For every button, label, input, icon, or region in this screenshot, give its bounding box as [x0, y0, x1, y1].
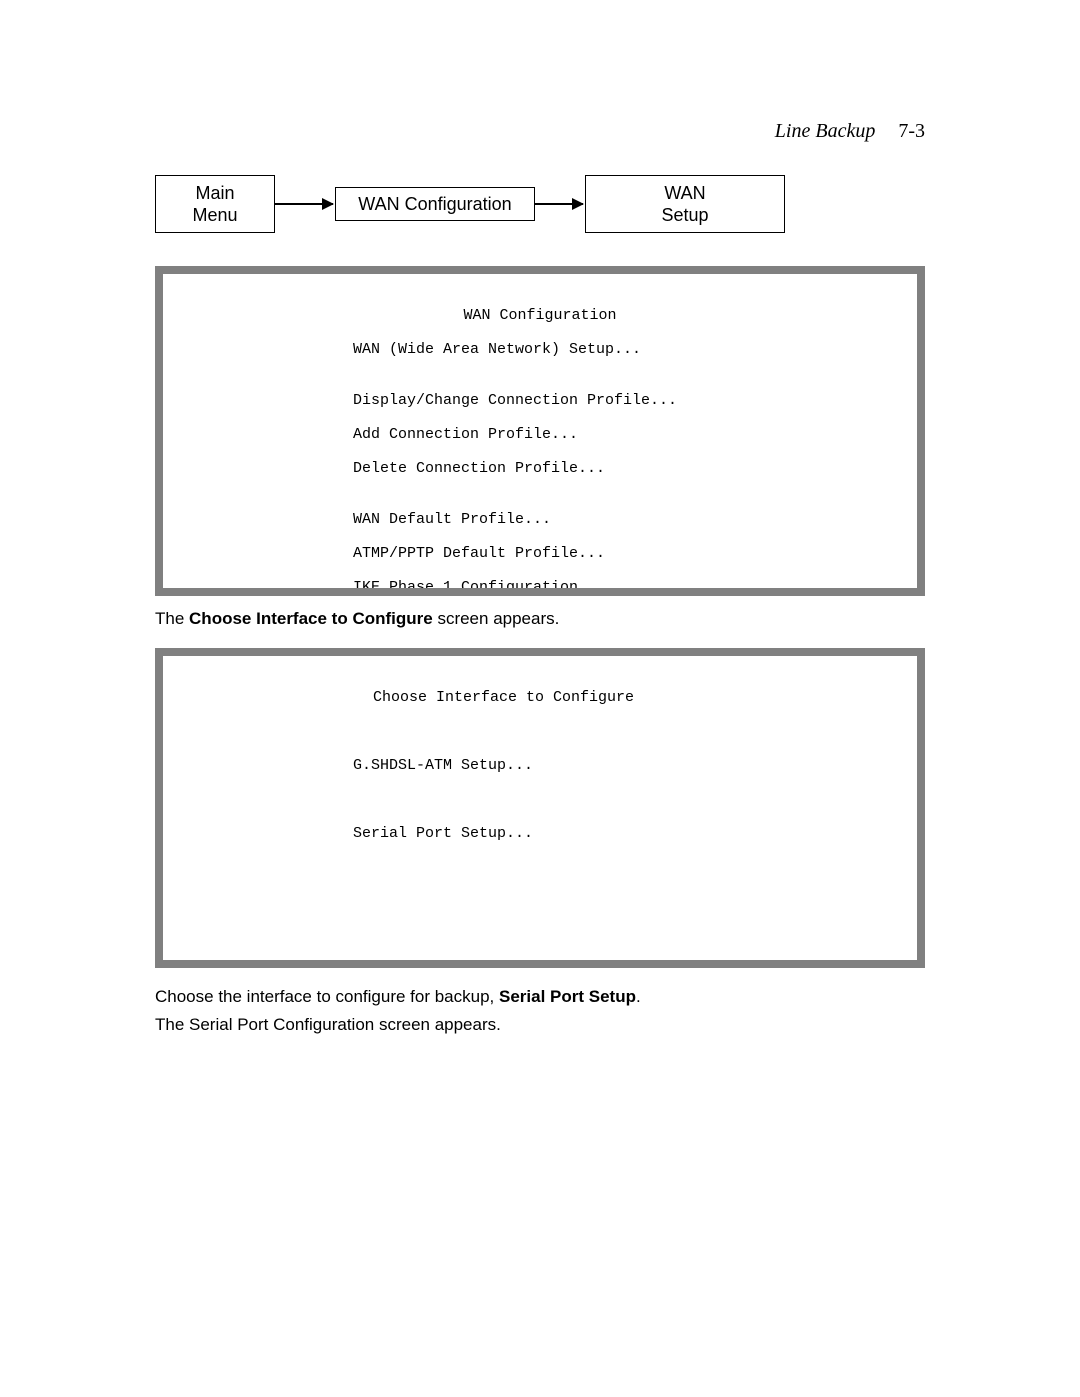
page-header: Line Backup 7-3 — [775, 120, 925, 143]
flow-main-line2: Menu — [192, 205, 237, 225]
flow-wan-setup-line1: WAN — [664, 183, 705, 203]
page: Line Backup 7-3 Main Menu WAN Configurat… — [0, 0, 1080, 1397]
caption2-pre: Choose the interface to configure for ba… — [155, 987, 499, 1006]
flow-wan-config-label: WAN Configuration — [358, 193, 511, 215]
terminal-wan-configuration: WAN Configuration WAN (Wide Area Network… — [155, 266, 925, 596]
menu-item: WAN (Wide Area Network) Setup... — [183, 341, 897, 358]
terminal-choose-interface: Choose Interface to Configure G.SHDSL-AT… — [155, 648, 925, 968]
navigation-flow-diagram: Main Menu WAN Configuration WAN Setup — [155, 175, 925, 245]
caption1-bold: Choose Interface to Configure — [189, 609, 433, 628]
flow-main-line1: Main — [195, 183, 234, 203]
page-number: 7-3 — [898, 120, 925, 142]
terminal1-title: WAN Configuration — [183, 307, 897, 324]
arrow-icon — [275, 203, 333, 205]
menu-item: Serial Port Setup... — [183, 825, 897, 842]
menu-item: Add Connection Profile... — [183, 426, 897, 443]
flow-wan-setup-line2: Setup — [661, 205, 708, 225]
caption-choose-interface: The Choose Interface to Configure screen… — [155, 606, 925, 632]
menu-item: Display/Change Connection Profile... — [183, 392, 897, 409]
terminal2-title: Choose Interface to Configure — [183, 689, 897, 706]
blank-line — [183, 723, 897, 740]
menu-item: ATMP/PPTP Default Profile... — [183, 545, 897, 562]
arrow-icon — [535, 203, 583, 205]
caption1-pre: The — [155, 609, 189, 628]
flow-box-wan-configuration: WAN Configuration — [335, 187, 535, 221]
section-title: Line Backup — [775, 120, 876, 142]
caption-serial-port-setup: Choose the interface to configure for ba… — [155, 984, 925, 1010]
caption2-post: . — [636, 987, 641, 1006]
flow-box-main-menu: Main Menu — [155, 175, 275, 233]
menu-item: Delete Connection Profile... — [183, 460, 897, 477]
menu-item: IKE Phase 1 Configuration... — [183, 579, 897, 596]
caption2-bold: Serial Port Setup — [499, 987, 636, 1006]
caption-serial-port-config: The Serial Port Configuration screen app… — [155, 1012, 925, 1038]
menu-item: WAN Default Profile... — [183, 511, 897, 528]
blank-line — [183, 791, 897, 808]
caption1-post: screen appears. — [433, 609, 560, 628]
flow-box-wan-setup: WAN Setup — [585, 175, 785, 233]
menu-item: G.SHDSL-ATM Setup... — [183, 757, 897, 774]
